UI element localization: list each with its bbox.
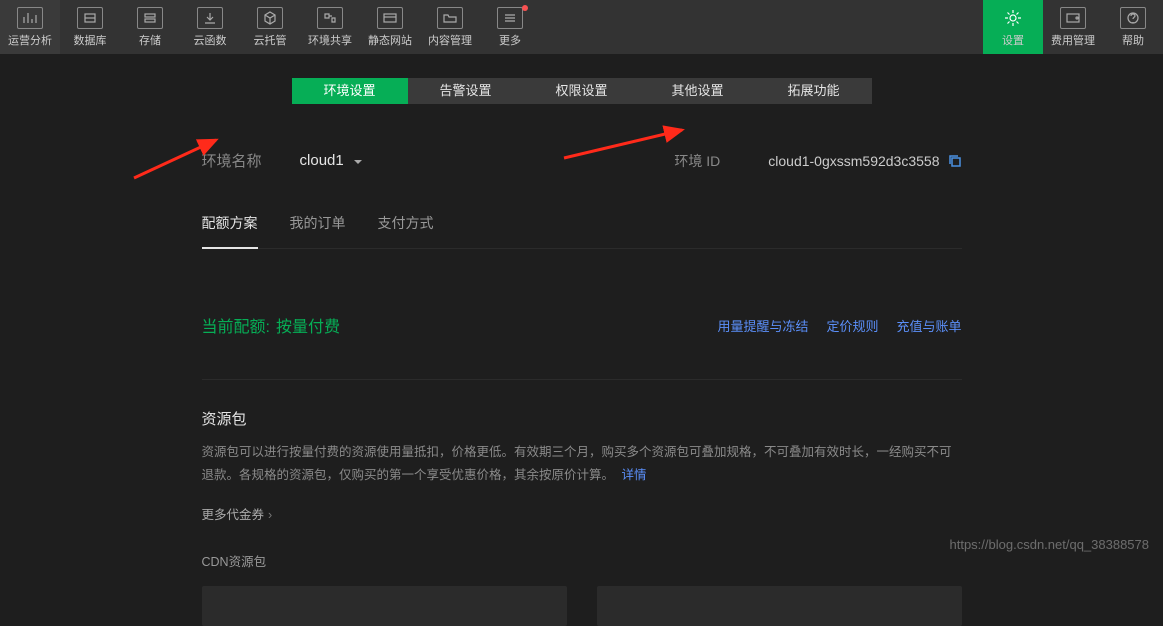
env-id-label: 环境 ID — [674, 151, 720, 171]
quota-links: 用量提醒与冻结 定价规则 充值与账单 — [717, 316, 961, 335]
toolbar-label: 静态网站 — [368, 32, 412, 48]
resource-title: 资源包 — [202, 408, 962, 429]
env-name-label: 环境名称 — [202, 150, 262, 171]
toolbar-content[interactable]: 内容管理 — [420, 0, 480, 54]
subtab-env[interactable]: 环境设置 — [292, 78, 408, 104]
toolbar-more[interactable]: 更多 — [480, 0, 540, 54]
notification-dot-icon — [522, 5, 528, 11]
toolbar-analytics[interactable]: 运营分析 — [0, 0, 60, 54]
help-icon — [1120, 7, 1146, 29]
more-coupon-link[interactable]: 更多代金券› — [202, 504, 962, 523]
toolbar-label: 更多 — [499, 32, 521, 48]
resource-description: 资源包可以进行按量付费的资源使用量抵扣，价格更低。有效期三个月，购买多个资源包可… — [202, 441, 962, 486]
env-row: 环境名称 cloud1 环境 ID cloud1-0gxssm592d3c355… — [202, 150, 962, 171]
resource-cards — [202, 586, 962, 626]
toolbar-settings[interactable]: 设置 — [983, 0, 1043, 54]
toolbar-storage[interactable]: 存储 — [120, 0, 180, 54]
env-id-value: cloud1-0gxssm592d3c3558 — [768, 153, 939, 169]
subtab-alert[interactable]: 告警设置 — [408, 78, 524, 104]
quota-value: 按量付费 — [276, 313, 340, 337]
toolbar-label: 帮助 — [1122, 32, 1144, 48]
database-icon — [77, 7, 103, 29]
toolbar-billing[interactable]: 费用管理 — [1043, 0, 1103, 54]
toolbar-label: 运营分析 — [8, 32, 52, 48]
tab-orders[interactable]: 我的订单 — [290, 213, 346, 249]
caret-down-icon — [354, 152, 362, 169]
link-usage-freeze[interactable]: 用量提醒与冻结 — [717, 316, 808, 335]
inner-tabs: 配额方案 我的订单 支付方式 — [202, 213, 962, 249]
quota-label: 当前配额: — [202, 313, 270, 337]
copy-icon[interactable] — [948, 154, 962, 168]
resource-card[interactable] — [597, 586, 962, 626]
toolbar-label: 云函数 — [194, 32, 227, 48]
env-name-value: cloud1 — [300, 152, 344, 169]
subtab-other[interactable]: 其他设置 — [640, 78, 756, 104]
window-icon — [377, 7, 403, 29]
toolbar-help[interactable]: 帮助 — [1103, 0, 1163, 54]
sub-navigation: 环境设置 告警设置 权限设置 其他设置 拓展功能 — [0, 78, 1163, 104]
toolbar-label: 设置 — [1002, 32, 1024, 48]
tab-quota[interactable]: 配额方案 — [202, 213, 258, 249]
watermark: https://blog.csdn.net/qq_38388578 — [950, 537, 1150, 552]
download-icon — [197, 7, 223, 29]
wallet-icon — [1060, 7, 1086, 29]
subtab-ext[interactable]: 拓展功能 — [756, 78, 872, 104]
toolbar-label: 存储 — [139, 32, 161, 48]
toolbar-static[interactable]: 静态网站 — [360, 0, 420, 54]
toolbar-database[interactable]: 数据库 — [60, 0, 120, 54]
tab-pay[interactable]: 支付方式 — [378, 213, 434, 249]
quota-row: 当前配额: 按量付费 用量提醒与冻结 定价规则 充值与账单 — [202, 313, 962, 337]
toolbar-cloudhost[interactable]: 云托管 — [240, 0, 300, 54]
toolbar-label: 内容管理 — [428, 32, 472, 48]
bar-chart-icon — [17, 7, 43, 29]
detail-link[interactable]: 详情 — [622, 468, 647, 482]
storage-icon — [137, 7, 163, 29]
share-icon — [317, 7, 343, 29]
subtab-perm[interactable]: 权限设置 — [524, 78, 640, 104]
chevron-right-icon: › — [268, 508, 272, 522]
env-name-dropdown[interactable]: cloud1 — [300, 152, 362, 170]
folder-icon — [437, 7, 463, 29]
link-pricing[interactable]: 定价规则 — [826, 316, 878, 335]
toolbar-label: 数据库 — [74, 32, 107, 48]
stack-icon — [497, 7, 523, 29]
link-recharge[interactable]: 充值与账单 — [896, 316, 961, 335]
cube-icon — [257, 7, 283, 29]
top-toolbar: 运营分析 数据库 存储 云函数 云托管 环境共享 静态网站 内容管理 更多 设置 — [0, 0, 1163, 54]
toolbar-label: 费用管理 — [1051, 32, 1095, 48]
gear-icon — [1000, 7, 1026, 29]
toolbar-envshare[interactable]: 环境共享 — [300, 0, 360, 54]
toolbar-label: 环境共享 — [308, 32, 352, 48]
toolbar-label: 云托管 — [254, 32, 287, 48]
more-coupon-text: 更多代金券 — [202, 508, 265, 522]
resource-card[interactable] — [202, 586, 567, 626]
cdn-section-title: CDN资源包 — [202, 551, 962, 570]
resource-desc-text: 资源包可以进行按量付费的资源使用量抵扣，价格更低。有效期三个月，购买多个资源包可… — [202, 445, 952, 482]
toolbar-cloudfunc[interactable]: 云函数 — [180, 0, 240, 54]
